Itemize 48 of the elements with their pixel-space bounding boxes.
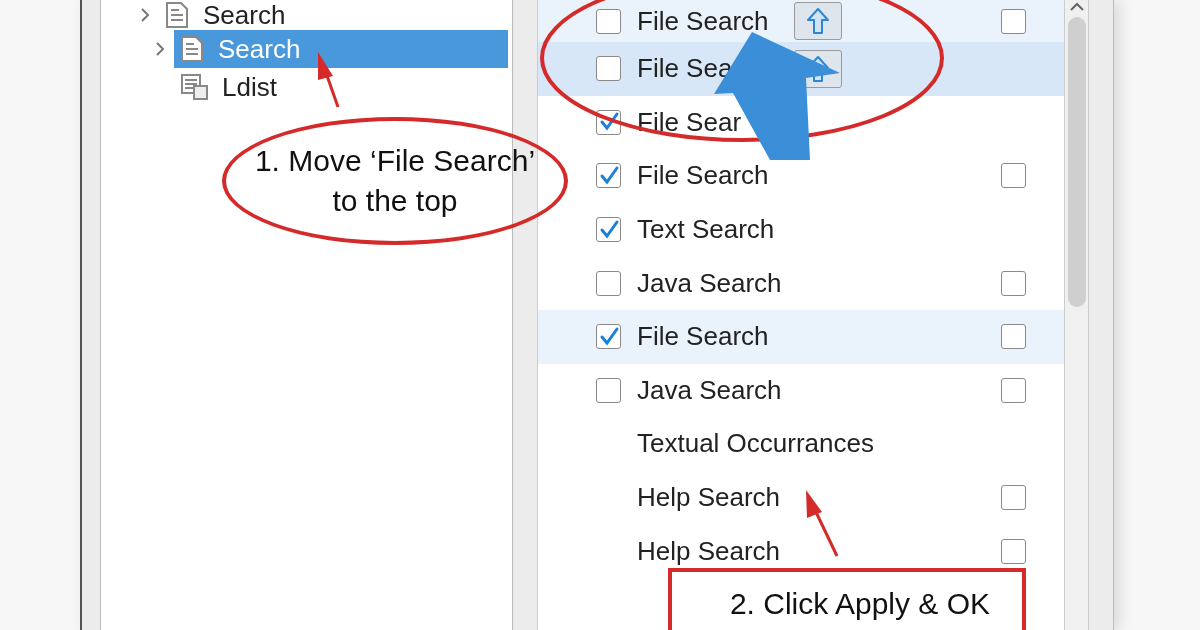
list-item[interactable]: File Sear <box>538 95 1064 150</box>
tree-label: Search <box>218 33 301 65</box>
pointer-arrow <box>318 52 340 108</box>
checkbox[interactable] <box>1001 163 1026 189</box>
scroll-up-icon[interactable] <box>1069 2 1084 11</box>
option-label: Textual Occurrances <box>637 428 874 460</box>
tree-label: Ldist <box>222 71 277 103</box>
list-icon <box>180 73 210 101</box>
checkbox[interactable] <box>1001 377 1026 403</box>
checkbox[interactable] <box>596 270 621 296</box>
option-label: Text Search <box>637 214 775 246</box>
checkbox[interactable] <box>1001 538 1026 564</box>
checkbox[interactable] <box>596 377 621 403</box>
list-item[interactable]: Java Search <box>538 256 1064 310</box>
callout-text: 2. Click Apply & OK <box>728 586 992 622</box>
list-item[interactable]: Help Search <box>538 524 1064 578</box>
option-label: File Sear <box>637 106 742 138</box>
callout-text: 1. Move ‘File Search’ to the top <box>254 143 536 219</box>
list-item[interactable]: File Search <box>538 149 1064 203</box>
tree-label: Search <box>203 0 286 31</box>
option-label: Java Search <box>637 267 782 299</box>
checkbox[interactable] <box>596 324 621 350</box>
up-arrow-icon <box>806 7 830 35</box>
option-label: File Search <box>637 5 770 37</box>
list-item[interactable]: File Search <box>538 0 1064 42</box>
checkbox[interactable] <box>596 56 621 82</box>
checkbox[interactable] <box>1001 485 1026 511</box>
option-label: Help Search <box>637 482 781 514</box>
list-item[interactable]: Textual Occurrances <box>538 417 1064 471</box>
checkbox[interactable] <box>1001 8 1026 34</box>
checkbox[interactable] <box>1001 324 1026 350</box>
checkbox[interactable] <box>596 217 621 243</box>
list-item[interactable]: File Search <box>538 309 1064 364</box>
option-label: Help Search <box>637 535 781 567</box>
checkbox[interactable] <box>596 8 621 34</box>
option-label: File Search <box>637 160 769 192</box>
list-item[interactable]: Text Search <box>538 202 1064 257</box>
document-icon <box>180 35 206 63</box>
option-label: File Search <box>637 321 769 353</box>
option-label: Java Search <box>637 374 782 406</box>
pointer-arrow <box>806 490 839 557</box>
scrollbar-thumb[interactable] <box>1067 17 1086 307</box>
tree-item[interactable]: Ldist <box>174 68 508 106</box>
checkbox[interactable] <box>596 163 621 189</box>
list-item[interactable]: Java Search <box>538 363 1064 418</box>
checkbox[interactable] <box>1001 270 1026 296</box>
move-up-button[interactable] <box>794 2 842 40</box>
list-item[interactable]: Help Search <box>538 470 1064 525</box>
